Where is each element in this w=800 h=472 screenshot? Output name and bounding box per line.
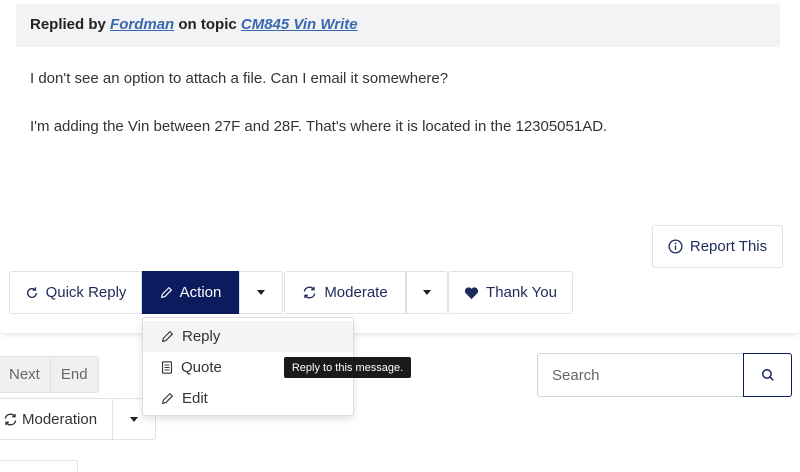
pencil-icon (160, 286, 172, 299)
menu-item-label: Edit (182, 390, 208, 407)
quick-reply-label: Quick Reply (45, 284, 127, 301)
topic-link[interactable]: CM845 Vin Write (241, 16, 358, 33)
refresh-icon (26, 286, 37, 298)
menu-item-label: Reply (182, 328, 221, 345)
author-link[interactable]: Fordman (110, 16, 174, 33)
action-label: Action (179, 284, 222, 301)
thank-you-button[interactable]: Thank You (448, 271, 573, 314)
tooltip: Reply to this message. (284, 357, 411, 378)
post-card: Replied by Fordman on topic CM845 Vin Wr… (0, 0, 800, 333)
header-prefix: Replied by (30, 16, 106, 33)
menu-item-edit[interactable]: Edit (143, 383, 353, 414)
post-paragraph: I'm adding the Vin between 27F and 28F. … (30, 118, 608, 135)
end-page-button[interactable]: End (49, 357, 98, 392)
next-page-button[interactable]: Next (0, 357, 50, 392)
moderate-label: Moderate (324, 284, 388, 301)
sync-icon (4, 413, 17, 425)
report-button[interactable]: Report This (652, 225, 783, 268)
menu-item-reply[interactable]: Reply (143, 321, 353, 352)
action-dropdown-toggle[interactable] (239, 271, 283, 314)
info-icon (668, 239, 683, 254)
search-box (537, 353, 792, 397)
moderation-button[interactable]: Moderation (0, 398, 113, 440)
search-icon (761, 369, 774, 381)
header-mid: on topic (178, 16, 237, 33)
post-header: Replied by Fordman on topic CM845 Vin Wr… (16, 4, 780, 47)
menu-item-label: Quote (181, 359, 222, 376)
pencil-icon (161, 392, 174, 405)
document-icon (161, 361, 173, 374)
post-paragraph: I don't see an option to attach a file. … (30, 70, 449, 87)
partial-button[interactable] (0, 460, 78, 472)
moderation-label: Moderation (22, 410, 98, 428)
search-button[interactable] (743, 353, 792, 397)
moderate-button[interactable]: Moderate (284, 271, 406, 314)
quick-reply-button[interactable]: Quick Reply (9, 271, 142, 314)
post-body: I don't see an option to attach a file. … (30, 68, 607, 164)
pencil-icon (161, 330, 174, 343)
pagination: Next End (0, 356, 99, 393)
report-label: Report This (689, 238, 768, 255)
action-button[interactable]: Action (142, 271, 239, 314)
chevron-down-icon (257, 290, 265, 295)
sync-icon (304, 286, 316, 299)
moderate-dropdown-toggle[interactable] (406, 271, 448, 314)
heart-icon (464, 286, 479, 299)
chevron-down-icon (130, 416, 138, 422)
chevron-down-icon (423, 290, 431, 295)
thank-you-label: Thank You (486, 284, 557, 301)
search-input[interactable] (537, 353, 743, 397)
